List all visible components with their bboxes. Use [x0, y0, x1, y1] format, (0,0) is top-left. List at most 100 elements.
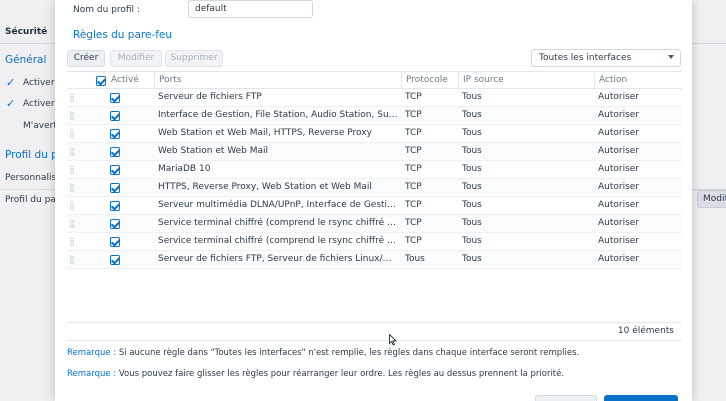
section-general-title: Général	[5, 54, 47, 66]
rule-enabled-checkbox[interactable]	[110, 237, 120, 247]
drag-handle-icon[interactable]: ⣿	[69, 197, 75, 214]
profile-field-label: Profil du pa	[5, 195, 56, 205]
interface-select[interactable]: Toutes les interfaces	[531, 49, 681, 67]
table-row[interactable]: ⣿ Serveur multimédia DLNA/UPnP, Interfac…	[67, 197, 682, 215]
rule-action: Autoriser	[598, 254, 640, 264]
rule-enabled-checkbox[interactable]	[110, 219, 120, 229]
rule-action: Autoriser	[598, 92, 640, 102]
drag-handle-icon[interactable]: ⣿	[69, 251, 75, 268]
rule-protocol: TCP	[405, 200, 422, 210]
table-footer-divider	[67, 340, 682, 341]
rule-action: Autoriser	[598, 110, 640, 120]
column-enabled[interactable]: Activé	[107, 72, 154, 89]
column-source-ip[interactable]: IP source	[458, 72, 594, 89]
interface-select-value: Toutes les interfaces	[539, 53, 632, 63]
table-body: ⣿ Serveur de fichiers FTP TCP Tous Autor…	[67, 89, 682, 269]
drag-handle-icon[interactable]: ⣿	[69, 125, 75, 142]
rule-protocol: TCP	[405, 182, 422, 192]
rule-protocol: TCP	[405, 92, 422, 102]
rule-ports: HTTPS, Reverse Proxy, Web Station et Web…	[158, 182, 372, 192]
rule-action: Autoriser	[598, 128, 640, 138]
profile-name-label: Nom du profil :	[73, 5, 140, 15]
rule-action: Autoriser	[598, 236, 640, 246]
rule-ports: Web Station et Web Mail	[158, 146, 269, 156]
table-row[interactable]: ⣿ Web Station et Web Mail TCP Tous Autor…	[67, 143, 682, 161]
personalize-label: Personnalise	[5, 173, 62, 183]
rule-ports: Serveur de fichiers FTP, Serveur de fich…	[158, 254, 399, 264]
table-header: Activé Ports Protocole IP source Action	[67, 71, 682, 89]
table-row[interactable]: ⣿ MariaDB 10 TCP Tous Autoriser	[67, 161, 682, 179]
warning-label: M'averti	[23, 121, 60, 131]
drag-handle-icon[interactable]: ⣿	[69, 215, 75, 232]
rule-source: Tous	[462, 92, 482, 102]
rule-source: Tous	[462, 128, 482, 138]
rule-ports: Interface de Gestion, File Station, Audi…	[158, 110, 399, 120]
rule-ports: Web Station et Web Mail, HTTPS, Reverse …	[158, 128, 372, 138]
column-protocol[interactable]: Protocole	[401, 72, 458, 89]
rule-enabled-checkbox[interactable]	[110, 165, 120, 175]
rule-source: Tous	[462, 164, 482, 174]
table-row[interactable]: ⣿ Interface de Gestion, File Station, Au…	[67, 107, 682, 125]
table-footer-divider	[67, 322, 682, 323]
rule-source: Tous	[462, 218, 482, 228]
rule-action: Autoriser	[598, 218, 640, 228]
table-row[interactable]: ⣿ HTTPS, Reverse Proxy, Web Station et W…	[67, 179, 682, 197]
select-all-checkbox[interactable]	[96, 76, 106, 86]
drag-handle-icon[interactable]: ⣿	[69, 89, 75, 106]
rule-action: Autoriser	[598, 200, 640, 210]
drag-handle-icon[interactable]: ⣿	[69, 179, 75, 196]
rule-protocol: TCP	[405, 128, 422, 138]
checkbox-icon[interactable]: ✓	[6, 97, 15, 110]
column-ports[interactable]: Ports	[154, 72, 401, 89]
rule-protocol: TCP	[405, 218, 422, 228]
row-divider	[0, 189, 60, 190]
table-row[interactable]: ⣿ Web Station et Web Mail, HTTPS, Revers…	[67, 125, 682, 143]
rule-source: Tous	[462, 236, 482, 246]
rule-enabled-checkbox[interactable]	[110, 111, 120, 121]
remark-label: Remarque :	[67, 348, 117, 358]
rule-enabled-checkbox[interactable]	[110, 201, 120, 211]
check-label-2: Activer	[23, 99, 55, 109]
rule-protocol: TCP	[405, 110, 422, 120]
column-action[interactable]: Action	[594, 72, 682, 89]
drag-handle-icon[interactable]: ⣿	[69, 107, 75, 124]
rule-enabled-checkbox[interactable]	[110, 147, 120, 157]
rule-protocol: TCP	[405, 164, 422, 174]
rule-source: Tous	[462, 182, 482, 192]
rule-action: Autoriser	[598, 146, 640, 156]
modify-button[interactable]: Modifier	[110, 50, 162, 67]
modify-button[interactable]: Modifi	[697, 190, 726, 208]
ok-button[interactable]	[604, 395, 678, 401]
rule-enabled-checkbox[interactable]	[110, 183, 120, 193]
remark-2: Remarque : Vous pouvez faire glisser les…	[67, 369, 564, 379]
rule-enabled-checkbox[interactable]	[110, 255, 120, 265]
table-row[interactable]: ⣿ Service terminal chiffré (comprend le …	[67, 215, 682, 233]
remark-1: Remarque : Si aucune règle dans "Toutes …	[67, 348, 579, 358]
remark-text: Si aucune règle dans "Toutes les interfa…	[118, 348, 580, 358]
table-row[interactable]: ⣿ Service terminal chiffré (comprend le …	[67, 233, 682, 251]
delete-button[interactable]: Supprimer	[165, 50, 223, 67]
firewall-rules-table: Activé Ports Protocole IP source Action …	[67, 71, 682, 269]
drag-handle-icon[interactable]: ⣿	[69, 233, 75, 250]
cancel-button[interactable]	[535, 395, 597, 401]
drag-handle-icon[interactable]: ⣿	[69, 143, 75, 160]
rule-protocol: Tous	[405, 254, 425, 264]
rule-source: Tous	[462, 110, 482, 120]
check-label-1: Activer	[23, 78, 55, 88]
rule-ports: Service terminal chiffré (comprend le rs…	[158, 236, 399, 246]
tab-security[interactable]: Sécurité	[5, 27, 47, 37]
remark-label: Remarque :	[67, 369, 117, 379]
rule-source: Tous	[462, 200, 482, 210]
rule-action: Autoriser	[598, 164, 640, 174]
rule-ports: Serveur multimédia DLNA/UPnP, Interface …	[158, 200, 399, 210]
rule-enabled-checkbox[interactable]	[110, 93, 120, 103]
checkbox-icon[interactable]: ✓	[6, 76, 15, 89]
profile-name-input[interactable]	[188, 0, 313, 18]
rule-enabled-checkbox[interactable]	[110, 129, 120, 139]
remark-text: Vous pouvez faire glisser les règles pou…	[118, 369, 565, 379]
rule-ports: Service terminal chiffré (comprend le rs…	[158, 218, 399, 228]
table-row[interactable]: ⣿ Serveur de fichiers FTP TCP Tous Autor…	[67, 89, 682, 107]
table-row[interactable]: ⣿ Serveur de fichiers FTP, Serveur de fi…	[67, 251, 682, 269]
create-button[interactable]: Créer	[67, 50, 105, 67]
drag-handle-icon[interactable]: ⣿	[69, 161, 75, 178]
